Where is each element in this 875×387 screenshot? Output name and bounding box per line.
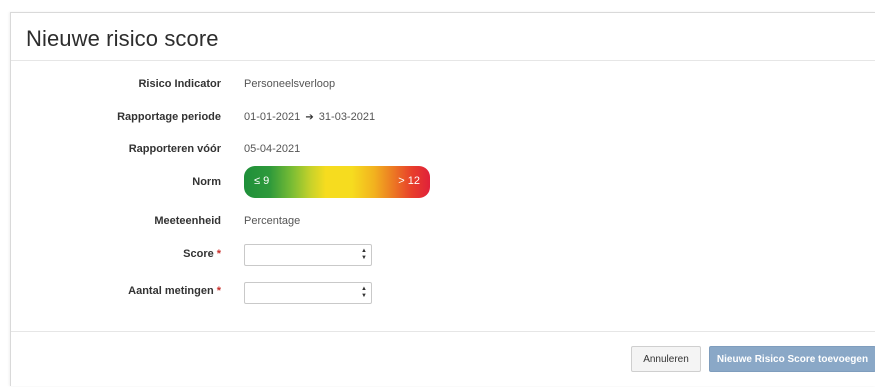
new-risk-score-dialog: Nieuwe risico score Risico Indicator Per… — [10, 12, 875, 386]
field-norm: Norm — [11, 171, 875, 193]
dialog-title: Nieuwe risico score — [26, 26, 219, 51]
score-spinner[interactable]: ▲ ▼ — [357, 245, 371, 265]
score-label: Score * — [183, 243, 221, 265]
cancel-button[interactable]: Annuleren — [631, 346, 701, 372]
field-reporting-period: Rapportage periode 01-01-2021 ➔ 31-03-20… — [11, 106, 875, 128]
reporting-period-label: Rapportage periode — [117, 111, 221, 123]
field-risk-indicator: Risico Indicator Personeelsverloop — [11, 73, 875, 95]
spinner-down-icon[interactable]: ▼ — [361, 255, 367, 262]
spinner-up-icon[interactable]: ▲ — [361, 248, 367, 255]
norm-gradient-bar: ≤ 9 > 12 — [244, 166, 430, 198]
arrow-right-icon: ➔ — [305, 112, 314, 123]
field-unit: Meeteenheid Percentage — [11, 210, 875, 232]
score-input[interactable]: ▲ ▼ — [244, 244, 372, 266]
measurements-spinner[interactable]: ▲ ▼ — [357, 283, 371, 303]
spinner-up-icon[interactable]: ▲ — [361, 286, 367, 293]
score-label-text: Score — [183, 248, 214, 260]
required-marker: * — [216, 285, 221, 297]
field-report-before: Rapporteren vóór 05-04-2021 — [11, 138, 875, 160]
spinner-down-icon[interactable]: ▼ — [361, 293, 367, 300]
risk-indicator-label: Risico Indicator — [138, 78, 221, 90]
unit-value: Percentage — [244, 215, 301, 227]
reporting-period-value: 01-01-2021 ➔ 31-03-2021 — [244, 106, 375, 129]
period-from: 01-01-2021 — [244, 111, 301, 123]
measurements-input[interactable]: ▲ ▼ — [244, 282, 372, 304]
unit-label: Meeteenheid — [154, 215, 221, 227]
report-before-value: 05-04-2021 — [244, 143, 301, 155]
add-risk-score-button[interactable]: Nieuwe Risico Score toevoegen — [709, 346, 875, 372]
norm-label: Norm — [192, 176, 221, 188]
field-score: Score * — [11, 243, 875, 265]
dialog-header: Nieuwe risico score — [11, 13, 875, 61]
period-to: 31-03-2021 — [318, 111, 376, 123]
norm-high-threshold: > 12 — [398, 175, 420, 187]
measurements-label-text: Aantal metingen — [128, 285, 214, 297]
risk-indicator-value: Personeelsverloop — [244, 78, 336, 90]
field-measurements: Aantal metingen * — [11, 280, 875, 302]
report-before-label: Rapporteren vóór — [128, 143, 221, 155]
measurements-label: Aantal metingen * — [128, 280, 221, 302]
dialog-footer: Annuleren Nieuwe Risico Score toevoegen — [11, 331, 875, 387]
norm-low-threshold: ≤ 9 — [254, 175, 270, 187]
required-marker: * — [216, 248, 221, 260]
